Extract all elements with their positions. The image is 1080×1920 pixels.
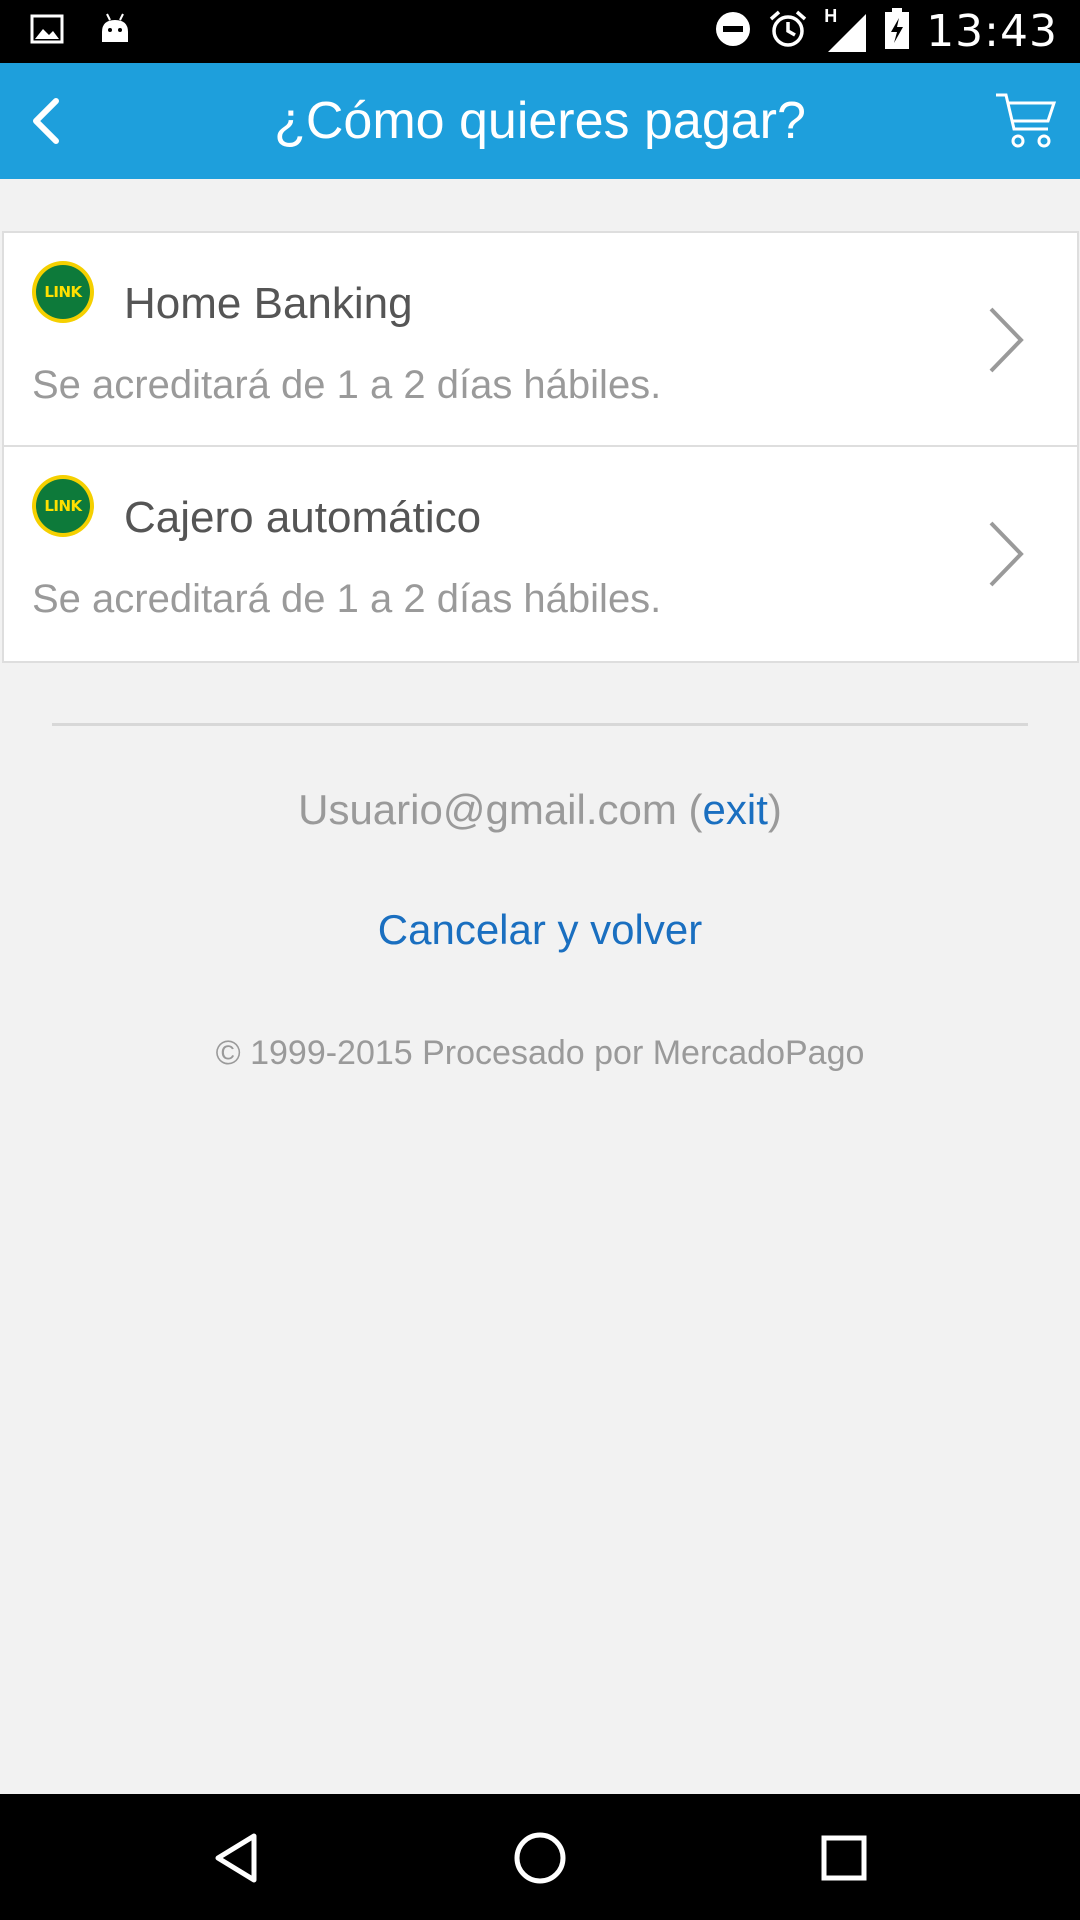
- do-not-disturb-icon: [714, 10, 752, 53]
- link-logo-icon: LINK: [32, 261, 94, 323]
- cart-button[interactable]: [990, 87, 1062, 155]
- exit-link[interactable]: exit: [703, 786, 768, 833]
- link-logo-text: LINK: [36, 479, 90, 533]
- user-email: Usuario@gmail.com: [298, 786, 677, 833]
- network-type-label: H: [824, 5, 838, 26]
- signal-icon: H: [824, 6, 868, 54]
- link-logo-icon: LINK: [32, 475, 94, 537]
- nav-home-button[interactable]: [504, 1822, 576, 1894]
- divider: [52, 723, 1028, 726]
- navigation-bar: [0, 1794, 1080, 1920]
- user-info: Usuario@gmail.com (exit): [0, 786, 1080, 834]
- nav-back-button[interactable]: [200, 1822, 272, 1894]
- page-title: ¿Cómo quieres pagar?: [274, 92, 806, 150]
- back-arrow-icon: [33, 98, 59, 144]
- payment-method-home-banking[interactable]: LINK Home Banking Se acreditará de 1 a 2…: [4, 233, 1077, 447]
- alarm-icon: [768, 9, 808, 54]
- payment-method-subtitle: Se acreditará de 1 a 2 días hábiles.: [32, 363, 662, 407]
- payment-method-title: Home Banking: [124, 279, 413, 328]
- back-button[interactable]: [10, 85, 82, 157]
- paren-open: (: [676, 786, 703, 833]
- payment-method-title: Cajero automático: [124, 493, 482, 542]
- cancel-and-return-link[interactable]: Cancelar y volver: [0, 906, 1080, 954]
- nav-recents-button[interactable]: [808, 1822, 880, 1894]
- payment-methods-list: LINK Home Banking Se acreditará de 1 a 2…: [2, 231, 1079, 663]
- paren-close: ): [767, 786, 782, 833]
- payment-method-cajero[interactable]: LINK Cajero automático Se acreditará de …: [4, 447, 1077, 661]
- status-time: 13:43: [926, 6, 1058, 57]
- shopping-cart-icon: [996, 93, 1057, 148]
- status-bar: H 13:43: [0, 0, 1080, 63]
- nav-home-icon: [514, 1832, 566, 1884]
- copyright-text: © 1999-2015 Procesado por MercadoPago: [215, 1034, 865, 1072]
- gallery-notification-icon: [30, 12, 64, 51]
- nav-recents-icon: [821, 1835, 867, 1881]
- chevron-right-icon: [989, 521, 1024, 587]
- app-bar: ¿Cómo quieres pagar?: [0, 63, 1080, 179]
- cancel-label[interactable]: Cancelar y volver: [378, 906, 702, 953]
- link-logo-text: LINK: [36, 265, 90, 319]
- chevron-right-icon: [989, 307, 1024, 373]
- battery-charging-icon: [884, 8, 910, 55]
- payment-method-subtitle: Se acreditará de 1 a 2 días hábiles.: [32, 577, 662, 621]
- android-notification-icon: [98, 12, 132, 51]
- nav-back-icon: [215, 1833, 257, 1883]
